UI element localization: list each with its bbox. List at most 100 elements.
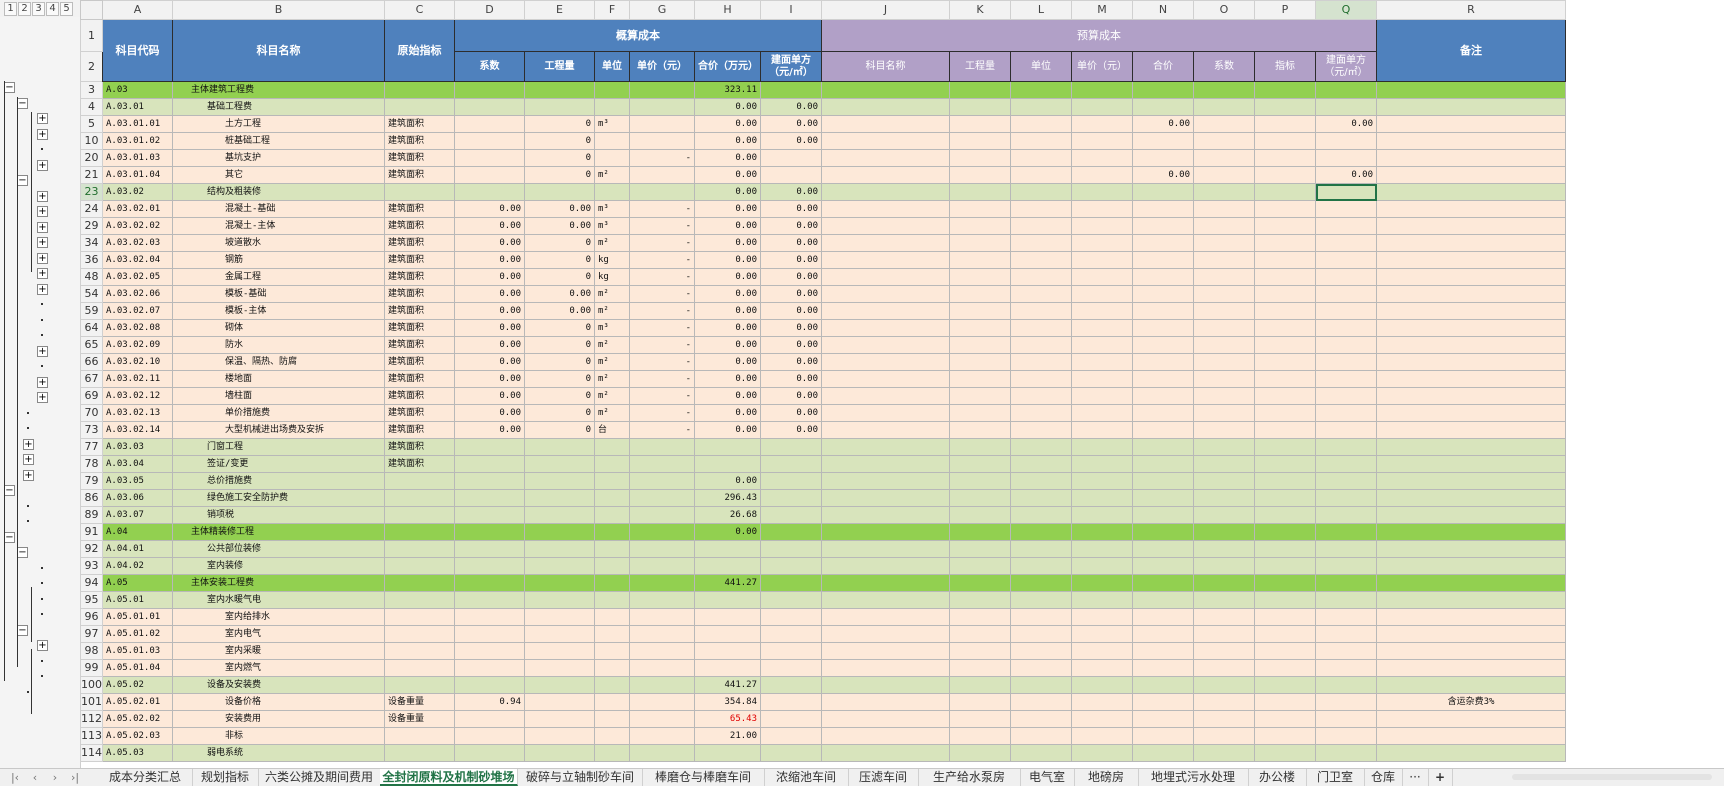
cell-G93[interactable]: [629, 557, 695, 575]
collapse-group-button[interactable]: −: [4, 82, 15, 93]
cell-A34[interactable]: A.03.02.03: [102, 234, 173, 252]
collapse-group-button[interactable]: −: [4, 485, 15, 496]
cell-R101[interactable]: 含运杂费3%: [1376, 693, 1566, 711]
cell-B89[interactable]: 销项税: [172, 506, 385, 524]
cell-J95[interactable]: [821, 591, 950, 609]
cell-G79[interactable]: [629, 472, 695, 490]
cell-G65[interactable]: -: [629, 336, 695, 354]
cell-L79[interactable]: [1010, 472, 1072, 490]
cell-C59[interactable]: 建筑面积: [384, 302, 455, 320]
cell-B113[interactable]: 非标: [172, 727, 385, 745]
cell-R93[interactable]: [1376, 557, 1566, 575]
cell-J3[interactable]: [821, 81, 950, 99]
cell-R48[interactable]: [1376, 268, 1566, 286]
row-header[interactable]: 114: [80, 744, 103, 762]
cell-F4[interactable]: [594, 98, 630, 116]
cell-J101[interactable]: [821, 693, 950, 711]
cell-I54[interactable]: 0.00: [760, 285, 822, 303]
cell-D93[interactable]: [454, 557, 525, 575]
expand-group-button[interactable]: +: [37, 190, 48, 202]
cell-D69[interactable]: 0.00: [454, 387, 525, 405]
cell-E99[interactable]: [524, 659, 595, 677]
cell-H3[interactable]: 323.11: [694, 81, 761, 99]
cell-O79[interactable]: [1193, 472, 1255, 490]
cell-E95[interactable]: [524, 591, 595, 609]
cell-I34[interactable]: 0.00: [760, 234, 822, 252]
cell-O24[interactable]: [1193, 200, 1255, 218]
cell-D113[interactable]: [454, 727, 525, 745]
cell-B112[interactable]: 安装费用: [172, 710, 385, 728]
cell-B70[interactable]: 单价措施费: [172, 404, 385, 422]
cell-M3[interactable]: [1071, 81, 1133, 99]
cell-K91[interactable]: [949, 523, 1011, 541]
row-header[interactable]: 67: [80, 370, 103, 388]
row-header[interactable]: 95: [80, 591, 103, 609]
cell-G112[interactable]: [629, 710, 695, 728]
cell-D54[interactable]: 0.00: [454, 285, 525, 303]
cell-D67[interactable]: 0.00: [454, 370, 525, 388]
cell-P4[interactable]: [1254, 98, 1316, 116]
sheet-tab[interactable]: 办公楼: [1248, 769, 1307, 786]
cell-J91[interactable]: [821, 523, 950, 541]
expand-group-button[interactable]: +: [37, 221, 48, 233]
row-header[interactable]: 91: [80, 523, 103, 541]
column-header-L[interactable]: L: [1010, 0, 1072, 20]
cell-K86[interactable]: [949, 489, 1011, 507]
cell-N89[interactable]: [1132, 506, 1194, 524]
cell-P98[interactable]: [1254, 642, 1316, 660]
cell-J21[interactable]: [821, 166, 950, 184]
cell-K34[interactable]: [949, 234, 1011, 252]
cell-A29[interactable]: A.03.02.02: [102, 217, 173, 235]
cell-R114[interactable]: [1376, 744, 1566, 762]
cell-K4[interactable]: [949, 98, 1011, 116]
cell-Q96[interactable]: [1315, 608, 1377, 626]
cell-I29[interactable]: 0.00: [760, 217, 822, 235]
row-header[interactable]: 1: [80, 19, 103, 52]
sheet-tab[interactable]: 全封闭原料及机制砂堆场: [380, 769, 518, 786]
cell-C78[interactable]: 建筑面积: [384, 455, 455, 473]
outline-level-2-button[interactable]: 2: [18, 2, 31, 16]
cell-Q34[interactable]: [1315, 234, 1377, 252]
cell-H23[interactable]: 0.00: [694, 183, 761, 201]
cell-Q101[interactable]: [1315, 693, 1377, 711]
expand-group-button[interactable]: +: [37, 252, 48, 264]
cell-R86[interactable]: [1376, 489, 1566, 507]
cell-O70[interactable]: [1193, 404, 1255, 422]
cell-R69[interactable]: [1376, 387, 1566, 405]
cell-O97[interactable]: [1193, 625, 1255, 643]
cell-F78[interactable]: [594, 455, 630, 473]
cell-F5[interactable]: m³: [594, 115, 630, 133]
cell-K69[interactable]: [949, 387, 1011, 405]
cell-F96[interactable]: [594, 608, 630, 626]
cell-E64[interactable]: 0: [524, 319, 595, 337]
cell-P66[interactable]: [1254, 353, 1316, 371]
cell-L70[interactable]: [1010, 404, 1072, 422]
cell-I3[interactable]: [760, 81, 822, 99]
cell-N86[interactable]: [1132, 489, 1194, 507]
cell-D99[interactable]: [454, 659, 525, 677]
row-header[interactable]: 48: [80, 268, 103, 286]
cell-P5[interactable]: [1254, 115, 1316, 133]
row-header[interactable]: 59: [80, 302, 103, 320]
cell-J112[interactable]: [821, 710, 950, 728]
cell-A24[interactable]: A.03.02.01: [102, 200, 173, 218]
cell-J48[interactable]: [821, 268, 950, 286]
cell-P29[interactable]: [1254, 217, 1316, 235]
cell-E24[interactable]: 0.00: [524, 200, 595, 218]
cell-A114[interactable]: A.05.03: [102, 744, 173, 762]
cell-A4[interactable]: A.03.01: [102, 98, 173, 116]
cell-L91[interactable]: [1010, 523, 1072, 541]
cell-L93[interactable]: [1010, 557, 1072, 575]
cell-C86[interactable]: [384, 489, 455, 507]
cell-G91[interactable]: [629, 523, 695, 541]
cell-B64[interactable]: 砌体: [172, 319, 385, 337]
cell-L65[interactable]: [1010, 336, 1072, 354]
cell-E23[interactable]: [524, 183, 595, 201]
cell-A100[interactable]: A.05.02: [102, 676, 173, 694]
row-header[interactable]: 113: [80, 727, 103, 745]
cell-R89[interactable]: [1376, 506, 1566, 524]
cell-B79[interactable]: 总价措施费: [172, 472, 385, 490]
cell-I79[interactable]: [760, 472, 822, 490]
cell-G92[interactable]: [629, 540, 695, 558]
cell-L98[interactable]: [1010, 642, 1072, 660]
